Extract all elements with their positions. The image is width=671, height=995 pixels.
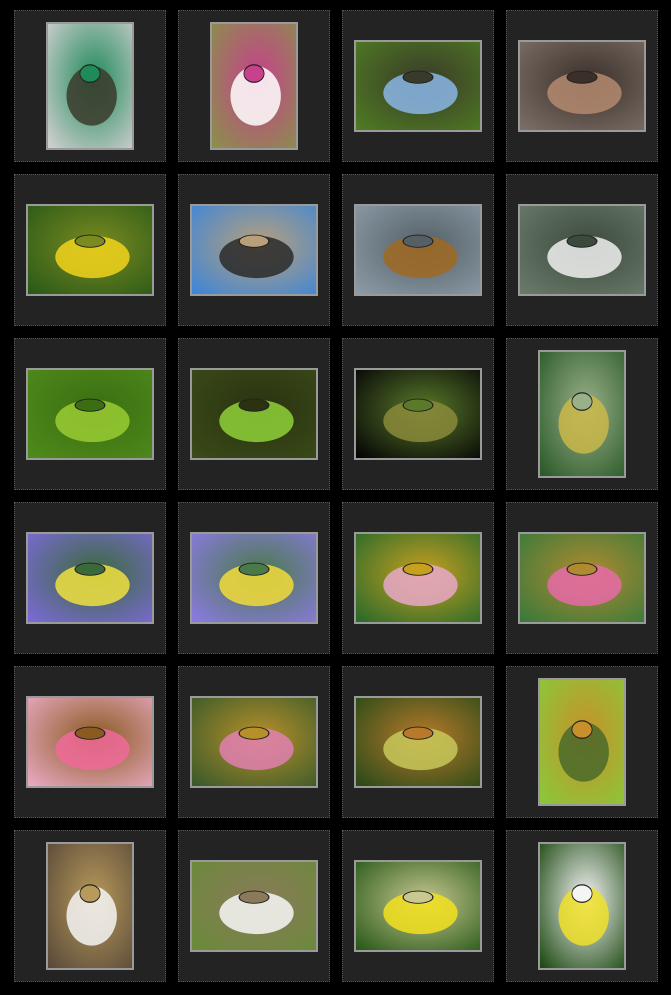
thumbnail-image: [192, 534, 316, 622]
gallery-tile[interactable]: [342, 666, 494, 818]
thumbnail-image: [192, 370, 316, 458]
thumbnail-image: [356, 206, 480, 294]
gallery-tile[interactable]: [506, 502, 658, 654]
gallery-tile[interactable]: [342, 174, 494, 326]
gallery-tile[interactable]: [342, 338, 494, 490]
thumbnail-hoverfly-on-purple-aster[interactable]: [26, 532, 154, 624]
thumbnail-image: [28, 698, 152, 786]
thumbnail-image: [520, 206, 644, 294]
thumbnail-image: [356, 862, 480, 950]
gallery-tile[interactable]: [178, 830, 330, 982]
gallery-tile[interactable]: [14, 666, 166, 818]
thumbnail-hoverfly-on-aster-2[interactable]: [190, 532, 318, 624]
thumbnail-image: [356, 370, 480, 458]
gallery-tile[interactable]: [178, 174, 330, 326]
thumbnail-image: [192, 862, 316, 950]
thumbnail-bug-on-dry-flower[interactable]: [354, 204, 482, 296]
thumbnail-image: [356, 534, 480, 622]
thumbnail-image: [212, 24, 296, 148]
thumbnail-image: [356, 698, 480, 786]
gallery-tile[interactable]: [178, 338, 330, 490]
thumbnail-blue-butterfly[interactable]: [354, 40, 482, 132]
thumbnail-hoverfly-on-pink-blossoms[interactable]: [354, 532, 482, 624]
gallery-tile[interactable]: [506, 10, 658, 162]
thumbnail-image: [540, 844, 624, 968]
gallery-tile[interactable]: [14, 502, 166, 654]
thumbnail-gallery: [0, 0, 671, 995]
gallery-tile[interactable]: [506, 666, 658, 818]
thumbnail-image: [192, 206, 316, 294]
gallery-tile[interactable]: [506, 338, 658, 490]
gallery-tile[interactable]: [342, 502, 494, 654]
thumbnail-hoverfly-above-pink[interactable]: [190, 696, 318, 788]
thumbnail-green-katydid[interactable]: [190, 368, 318, 460]
thumbnail-image: [356, 42, 480, 130]
thumbnail-image: [28, 534, 152, 622]
thumbnail-bee-fly-and-white-petals[interactable]: [190, 860, 318, 952]
gallery-tile[interactable]: [342, 10, 494, 162]
thumbnail-weevil-on-thistle[interactable]: [538, 350, 626, 478]
gallery-tile[interactable]: [342, 830, 494, 982]
thumbnail-hoverfly-over-yellow-bud[interactable]: [354, 696, 482, 788]
thumbnail-image: [48, 844, 132, 968]
thumbnail-crab-spider-on-yellow-flower[interactable]: [538, 842, 626, 970]
thumbnail-marbled-white-butterfly[interactable]: [210, 22, 298, 150]
thumbnail-bee-fly-over-white-flowers[interactable]: [46, 842, 134, 970]
thumbnail-image: [520, 42, 644, 130]
thumbnail-longhorn-beetle-blue-sky[interactable]: [190, 204, 318, 296]
gallery-tile[interactable]: [506, 830, 658, 982]
gallery-tile[interactable]: [14, 338, 166, 490]
gallery-tile[interactable]: [14, 174, 166, 326]
thumbnail-moth-on-twig[interactable]: [518, 40, 646, 132]
gallery-tile[interactable]: [178, 10, 330, 162]
thumbnail-image: [28, 206, 152, 294]
thumbnail-hoverfly-on-pink-spirea[interactable]: [26, 696, 154, 788]
thumbnail-image: [192, 698, 316, 786]
thumbnail-image: [48, 24, 132, 148]
thumbnail-hoverfly-near-pink-flowers[interactable]: [518, 532, 646, 624]
thumbnail-spider-on-yellow-buttercup[interactable]: [354, 860, 482, 952]
thumbnail-insect-on-yellow-dandelion[interactable]: [26, 204, 154, 296]
thumbnail-white-flower-bud[interactable]: [518, 204, 646, 296]
thumbnail-lacewing-on-leaf[interactable]: [26, 368, 154, 460]
gallery-tile[interactable]: [506, 174, 658, 326]
thumbnail-image: [520, 534, 644, 622]
gallery-tile[interactable]: [178, 666, 330, 818]
thumbnail-image: [28, 370, 152, 458]
thumbnail-horsefly-green-eyes[interactable]: [46, 22, 134, 150]
thumbnail-hoverfly-on-leaf[interactable]: [538, 678, 626, 806]
thumbnail-image: [540, 352, 624, 476]
thumbnail-weevil-on-stem-black[interactable]: [354, 368, 482, 460]
gallery-tile[interactable]: [178, 502, 330, 654]
gallery-tile[interactable]: [14, 830, 166, 982]
gallery-tile[interactable]: [14, 10, 166, 162]
thumbnail-image: [540, 680, 624, 804]
